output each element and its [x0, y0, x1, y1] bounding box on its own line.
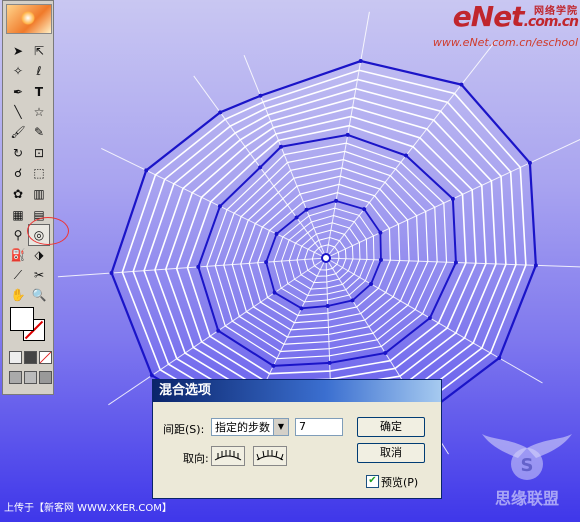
anchor-point: [404, 153, 409, 158]
column-graph-tool-icon[interactable]: ▥: [29, 184, 49, 204]
anchor-point: [427, 316, 432, 320]
anchor-point: [274, 231, 279, 236]
anchor-point: [304, 207, 309, 212]
lasso-tool-icon[interactable]: ℓ: [29, 61, 49, 81]
web-center-hub: [321, 253, 331, 263]
mesh-tool-icon[interactable]: ▦: [8, 205, 28, 225]
anchor-point: [358, 59, 363, 64]
rotate-tool-icon[interactable]: ↻: [8, 143, 28, 163]
pen-tool-icon[interactable]: ✒: [8, 82, 28, 102]
anchor-point: [144, 168, 149, 173]
app-logo-icon[interactable]: [6, 4, 52, 34]
standard-screen-mode-icon[interactable]: [9, 371, 22, 384]
anchor-point: [378, 257, 383, 262]
blend-ring: [206, 142, 448, 360]
anchor-point: [350, 298, 355, 303]
line-tool-icon[interactable]: ╲: [8, 102, 28, 122]
web-spoke-line: [57, 257, 327, 278]
gradient-mode-icon[interactable]: [24, 351, 37, 364]
anchor-point: [334, 198, 339, 203]
anchor-point: [450, 196, 455, 201]
blend-options-dialog: 混合选项 间距(S): 指定的步数 ▼ 7 确定 取向: 取消 ✔ 预览(P): [152, 379, 442, 499]
full-screen-mode-icon[interactable]: [39, 371, 52, 384]
anchor-point: [196, 264, 201, 269]
star-tool-icon[interactable]: ☆: [29, 102, 49, 122]
anchor-point: [258, 165, 263, 170]
anchor-point: [218, 110, 223, 115]
pencil-tool-icon[interactable]: ✎: [29, 122, 49, 142]
dialog-title: 混合选项: [153, 380, 441, 402]
fill-color-swatch[interactable]: [10, 307, 34, 331]
svg-text:S: S: [521, 455, 534, 476]
chevron-down-icon[interactable]: ▼: [273, 419, 288, 435]
logo-chinese-text: 网络学院: [534, 6, 578, 17]
anchor-point: [258, 93, 263, 98]
anchor-point: [527, 160, 532, 165]
anchor-point: [272, 290, 277, 295]
svg-text:思缘联盟: 思缘联盟: [495, 489, 559, 508]
preview-label: 预览(P): [381, 476, 419, 489]
web-outer-ring: [110, 59, 537, 430]
anchor-point: [271, 363, 276, 368]
anchor-point: [362, 207, 367, 212]
anchor-point: [216, 328, 221, 333]
ok-button[interactable]: 确定: [357, 417, 425, 437]
zoom-tool-icon[interactable]: 🔍: [29, 285, 49, 305]
blend-ring: [214, 150, 438, 353]
anchor-point: [369, 282, 374, 286]
web-spoke-line: [325, 257, 543, 384]
type-tool-icon[interactable]: T: [29, 82, 49, 102]
paintbrush-tool-icon[interactable]: 🖌: [8, 122, 28, 142]
logo-url: www.eNet.com.cn/eschool: [432, 36, 578, 49]
direct-selection-tool-icon[interactable]: ⇱: [29, 41, 49, 61]
full-screen-menu-mode-icon[interactable]: [24, 371, 37, 384]
anchor-point: [149, 373, 154, 378]
hand-tool-icon[interactable]: ✋: [8, 285, 28, 305]
spacing-select[interactable]: 指定的步数 ▼: [211, 418, 289, 436]
orientation-label: 取向:: [183, 452, 209, 465]
preview-checkbox[interactable]: ✔: [366, 475, 379, 488]
align-to-page-icon[interactable]: [211, 446, 245, 466]
slice-tool-icon[interactable]: ⟋: [8, 265, 28, 285]
steps-input[interactable]: 7: [295, 418, 343, 436]
artboard[interactable]: 网络学院 eNet.com.cn www.eNet.com.cn/eschool…: [0, 0, 580, 522]
anchor-point: [497, 356, 502, 360]
anchor-point: [345, 132, 350, 137]
anchor-point: [533, 263, 538, 268]
anchor-point: [217, 204, 222, 209]
live-paint-selection-tool-icon[interactable]: ⬗: [29, 245, 49, 265]
none-mode-icon[interactable]: [39, 351, 52, 364]
live-paint-bucket-tool-icon[interactable]: ⛽: [8, 245, 28, 265]
align-to-path-icon[interactable]: [253, 446, 287, 466]
tools-panel: ➤ ⇱ ✧ ℓ ✒ T ╲ ☆ 🖌 ✎ ↻ ⊡ ☌ ⬚ ✿ ▥ ▦ ▤ ⚲ ◎ …: [2, 0, 54, 395]
anchor-point: [299, 306, 304, 311]
enet-logo: 网络学院 eNet.com.cn www.eNet.com.cn/eschool: [428, 2, 579, 49]
watermark-badge-icon: S 思缘联盟: [482, 434, 572, 508]
anchor-point: [383, 350, 388, 355]
scissors-tool-icon[interactable]: ✂: [29, 265, 49, 285]
free-transform-tool-icon[interactable]: ⬚: [29, 163, 49, 183]
anchor-point: [459, 82, 464, 87]
magic-wand-tool-icon[interactable]: ✧: [8, 61, 28, 81]
anchor-point: [279, 144, 284, 149]
warp-tool-icon[interactable]: ☌: [8, 163, 28, 183]
anchor-point: [294, 215, 299, 220]
symbol-sprayer-tool-icon[interactable]: ✿: [8, 184, 28, 204]
anchor-point: [453, 260, 458, 265]
blend-tool-highlight: [27, 217, 69, 245]
anchor-point: [378, 230, 383, 235]
eyedropper-tool-icon[interactable]: ⚲: [8, 225, 28, 245]
upload-footer: 上传于【新客网 WWW.XKER.COM】: [4, 503, 172, 514]
scale-tool-icon[interactable]: ⊡: [29, 143, 49, 163]
anchor-point: [327, 360, 332, 365]
anchor-point: [325, 303, 330, 308]
anchor-point: [264, 260, 269, 265]
color-mode-icon[interactable]: [9, 351, 22, 364]
anchor-point: [109, 270, 114, 275]
spacing-label: 间距(S):: [163, 423, 205, 436]
cancel-button[interactable]: 取消: [357, 443, 425, 463]
spacing-select-value: 指定的步数: [215, 421, 270, 434]
blend-ring: [143, 87, 507, 406]
selection-tool-icon[interactable]: ➤: [8, 41, 28, 61]
